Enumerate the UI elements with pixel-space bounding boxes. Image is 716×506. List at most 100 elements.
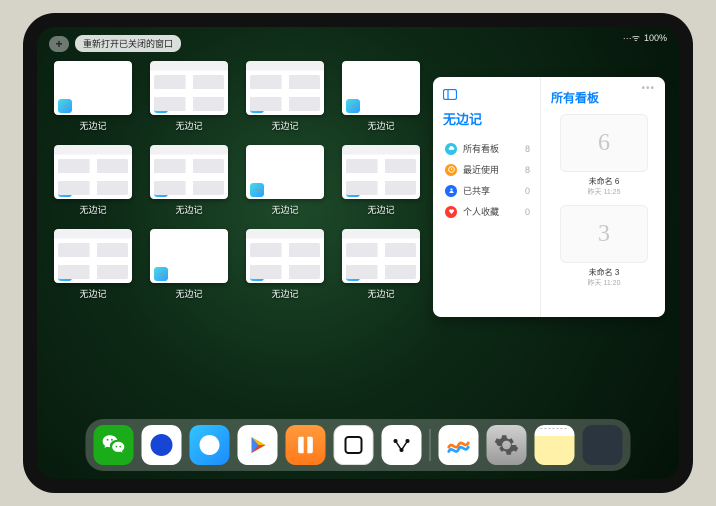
window-preview [342, 145, 420, 199]
clock-icon [445, 164, 457, 176]
content-area: 无边记无边记无边记无边记无边记无边记无边记无边记无边记无边记无边记无边记 •••… [51, 61, 665, 415]
app-window-thumbnail[interactable]: 无边记 [243, 145, 327, 223]
board-subtitle: 昨天 11:20 [551, 278, 657, 288]
cloud-icon [445, 143, 457, 155]
dock-app-wechat[interactable] [94, 425, 134, 465]
app-window-thumbnail[interactable]: 无边记 [339, 229, 423, 307]
more-icon[interactable]: ••• [641, 83, 655, 94]
window-preview [54, 61, 132, 115]
freeform-app-icon [346, 183, 360, 197]
window-preview [150, 61, 228, 115]
sidebar-item-person[interactable]: 已共享 0 [443, 180, 532, 201]
dock-app-notes[interactable] [535, 425, 575, 465]
app-label: 无边记 [175, 119, 202, 132]
screen: ···ᯤ 100% + 重新打开已关闭的窗口 无边记无边记无边记无边记无边记无边… [37, 27, 679, 479]
board-name: 未命名 3 [551, 267, 657, 278]
board-preview: 3 [560, 205, 648, 263]
panel-title: 无边记 [443, 109, 532, 128]
sidebar-item-count: 0 [525, 207, 530, 217]
sidebar-toggle-icon[interactable] [443, 89, 532, 103]
heart-icon [445, 206, 457, 218]
freeform-app-icon [58, 99, 72, 113]
app-window-thumbnail[interactable]: 无边记 [243, 229, 327, 307]
app-window-thumbnail[interactable]: 无边记 [147, 61, 231, 139]
dock-app-freeform[interactable] [439, 425, 479, 465]
sidebar-item-cloud[interactable]: 所有看板 8 [443, 138, 532, 159]
app-label: 无边记 [79, 287, 106, 300]
top-controls: + 重新打开已关闭的窗口 [49, 35, 181, 52]
panel-sidebar: 无边记 所有看板 8 最近使用 8 已共享 0 个人收藏 0 [433, 77, 541, 317]
dock-app-dot2[interactable] [190, 425, 230, 465]
new-window-button[interactable]: + [49, 36, 69, 52]
window-preview [150, 229, 228, 283]
sidebar-item-count: 8 [525, 165, 530, 175]
sidebar-item-count: 0 [525, 186, 530, 196]
app-window-thumbnail[interactable]: 无边记 [339, 145, 423, 223]
app-label: 无边记 [271, 287, 298, 300]
sidebar-item-count: 8 [525, 144, 530, 154]
board-item[interactable]: 3 未命名 3昨天 11:20 [551, 205, 657, 288]
sidebar-item-heart[interactable]: 个人收藏 0 [443, 201, 532, 222]
freeform-app-icon [154, 267, 168, 281]
wifi-indicator: ···ᯤ [623, 31, 640, 44]
panel-content: 所有看板 6未命名 6昨天 11:253未命名 3昨天 11:20 [541, 77, 665, 317]
app-label: 无边记 [175, 287, 202, 300]
app-window-thumbnail[interactable]: 无边记 [147, 229, 231, 307]
app-switcher-grid: 无边记无边记无边记无边记无边记无边记无边记无边记无边记无边记无边记无边记 [51, 61, 423, 415]
window-preview [54, 145, 132, 199]
window-preview [246, 145, 324, 199]
board-item[interactable]: 6 未命名 6昨天 11:25 [551, 114, 657, 197]
app-label: 无边记 [367, 287, 394, 300]
person-icon [445, 185, 457, 197]
sidebar-item-label: 最近使用 [463, 163, 499, 176]
freeform-app-icon [250, 183, 264, 197]
window-preview [342, 229, 420, 283]
window-preview [246, 61, 324, 115]
sidebar-item-label: 已共享 [463, 184, 490, 197]
board-subtitle: 昨天 11:25 [551, 187, 657, 197]
freeform-app-icon [346, 99, 360, 113]
app-label: 无边记 [79, 119, 106, 132]
board-name: 未命名 6 [551, 176, 657, 187]
ipad-frame: ···ᯤ 100% + 重新打开已关闭的窗口 无边记无边记无边记无边记无边记无边… [23, 13, 693, 493]
app-label: 无边记 [367, 119, 394, 132]
sidebar-item-label: 个人收藏 [463, 205, 499, 218]
app-window-thumbnail[interactable]: 无边记 [51, 61, 135, 139]
app-window-thumbnail[interactable]: 无边记 [51, 229, 135, 307]
freeform-app-icon [58, 183, 72, 197]
window-preview [246, 229, 324, 283]
dock-app-square[interactable] [334, 425, 374, 465]
freeform-app-icon [58, 267, 72, 281]
battery-indicator: 100% [644, 33, 667, 43]
app-window-thumbnail[interactable]: 无边记 [243, 61, 327, 139]
app-label: 无边记 [175, 203, 202, 216]
window-preview [54, 229, 132, 283]
app-label: 无边记 [271, 119, 298, 132]
freeform-app-icon [250, 99, 264, 113]
dock-app-multi[interactable] [583, 425, 623, 465]
dock-separator [430, 429, 431, 461]
freeform-app-icon [346, 267, 360, 281]
dock-app-dots3[interactable] [382, 425, 422, 465]
dock-app-books[interactable] [286, 425, 326, 465]
app-window-thumbnail[interactable]: 无边记 [147, 145, 231, 223]
dock-app-dot1[interactable] [142, 425, 182, 465]
dock-app-play[interactable] [238, 425, 278, 465]
app-window-thumbnail[interactable]: 无边记 [51, 145, 135, 223]
app-label: 无边记 [271, 203, 298, 216]
freeform-panel[interactable]: ••• 无边记 所有看板8最近使用8已共享0个人收藏0 所有看板 6未命名 6昨… [433, 77, 665, 317]
freeform-app-icon [154, 99, 168, 113]
app-label: 无边记 [367, 203, 394, 216]
app-label: 无边记 [79, 203, 106, 216]
app-window-thumbnail[interactable]: 无边记 [339, 61, 423, 139]
freeform-app-icon [250, 267, 264, 281]
window-preview [150, 145, 228, 199]
sidebar-item-label: 所有看板 [463, 142, 499, 155]
status-bar: ···ᯤ 100% [623, 31, 667, 44]
sidebar-item-clock[interactable]: 最近使用 8 [443, 159, 532, 180]
board-preview: 6 [560, 114, 648, 172]
dock-app-settings[interactable] [487, 425, 527, 465]
dock [86, 419, 631, 471]
freeform-app-icon [154, 183, 168, 197]
reopen-closed-window-button[interactable]: 重新打开已关闭的窗口 [75, 35, 181, 52]
